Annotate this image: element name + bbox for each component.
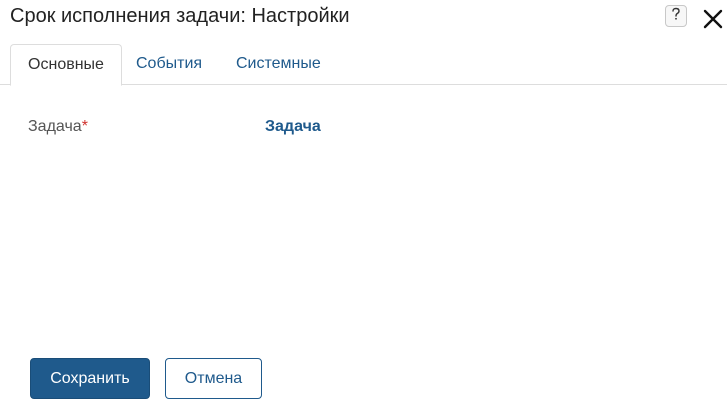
settings-dialog: Срок исполнения задачи: Настройки Основн… xyxy=(0,0,727,412)
task-field-value[interactable]: Задача xyxy=(265,118,321,136)
tab-general[interactable]: Основные xyxy=(10,44,122,86)
required-mark: * xyxy=(81,118,88,135)
cancel-button[interactable]: Отмена xyxy=(165,358,262,399)
tab-events[interactable]: События xyxy=(136,44,202,85)
help-button[interactable] xyxy=(665,5,687,27)
task-field-label: Задача* xyxy=(28,118,88,136)
question-icon xyxy=(671,7,681,26)
tab-bar: Основные События Системные xyxy=(0,44,727,86)
close-icon xyxy=(703,9,723,33)
save-button[interactable]: Сохранить xyxy=(30,358,150,399)
task-field-label-text: Задача xyxy=(28,118,82,135)
close-button[interactable] xyxy=(703,9,723,29)
dialog-title: Срок исполнения задачи: Настройки xyxy=(10,5,350,27)
tab-system[interactable]: Системные xyxy=(236,44,321,85)
